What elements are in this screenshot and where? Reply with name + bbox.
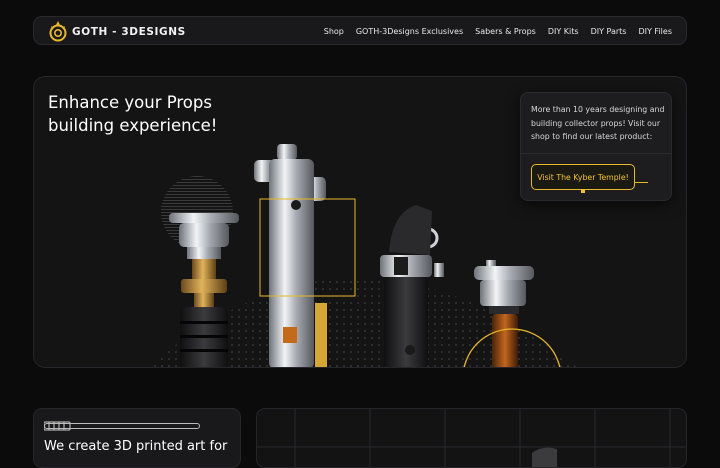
grid-background <box>257 409 686 467</box>
nav-exclusives[interactable]: GOTH-3Designs Exclusives <box>356 27 463 36</box>
main-nav: Shop GOTH-3Designs Exclusives Sabers & P… <box>324 17 672 46</box>
saber-blade-graphic <box>44 423 200 429</box>
showcase-grid-card <box>256 408 687 468</box>
brand-logo[interactable]: GOTH - 3DESIGNS <box>48 18 186 45</box>
cta-accent-line <box>634 182 648 183</box>
divider <box>521 153 671 154</box>
nav-sabers-props[interactable]: Sabers & Props <box>475 27 536 36</box>
partial-prop-image <box>532 447 557 467</box>
intro-card: We create 3D printed art for <box>33 408 241 468</box>
hero-section: Enhance your Props building experience! <box>33 76 687 368</box>
nav-diy-kits[interactable]: DIY Kits <box>548 27 579 36</box>
nav-diy-parts[interactable]: DIY Parts <box>591 27 627 36</box>
nav-shop[interactable]: Shop <box>324 27 344 36</box>
top-navbar: GOTH - 3DESIGNS Shop GOTH-3Designs Exclu… <box>33 16 687 45</box>
info-text: More than 10 years designing and buildin… <box>531 105 665 141</box>
nav-diy-files[interactable]: DIY Files <box>638 27 672 36</box>
intro-title: We create 3D printed art for <box>44 439 228 454</box>
info-card: More than 10 years designing and buildin… <box>520 92 672 201</box>
gear-logo-icon <box>49 20 67 41</box>
cta-accent-dot <box>581 189 585 193</box>
logo-text: GOTH - 3DESIGNS <box>72 25 186 38</box>
kyber-temple-button[interactable]: Visit The Kyber Temple! <box>531 164 635 190</box>
